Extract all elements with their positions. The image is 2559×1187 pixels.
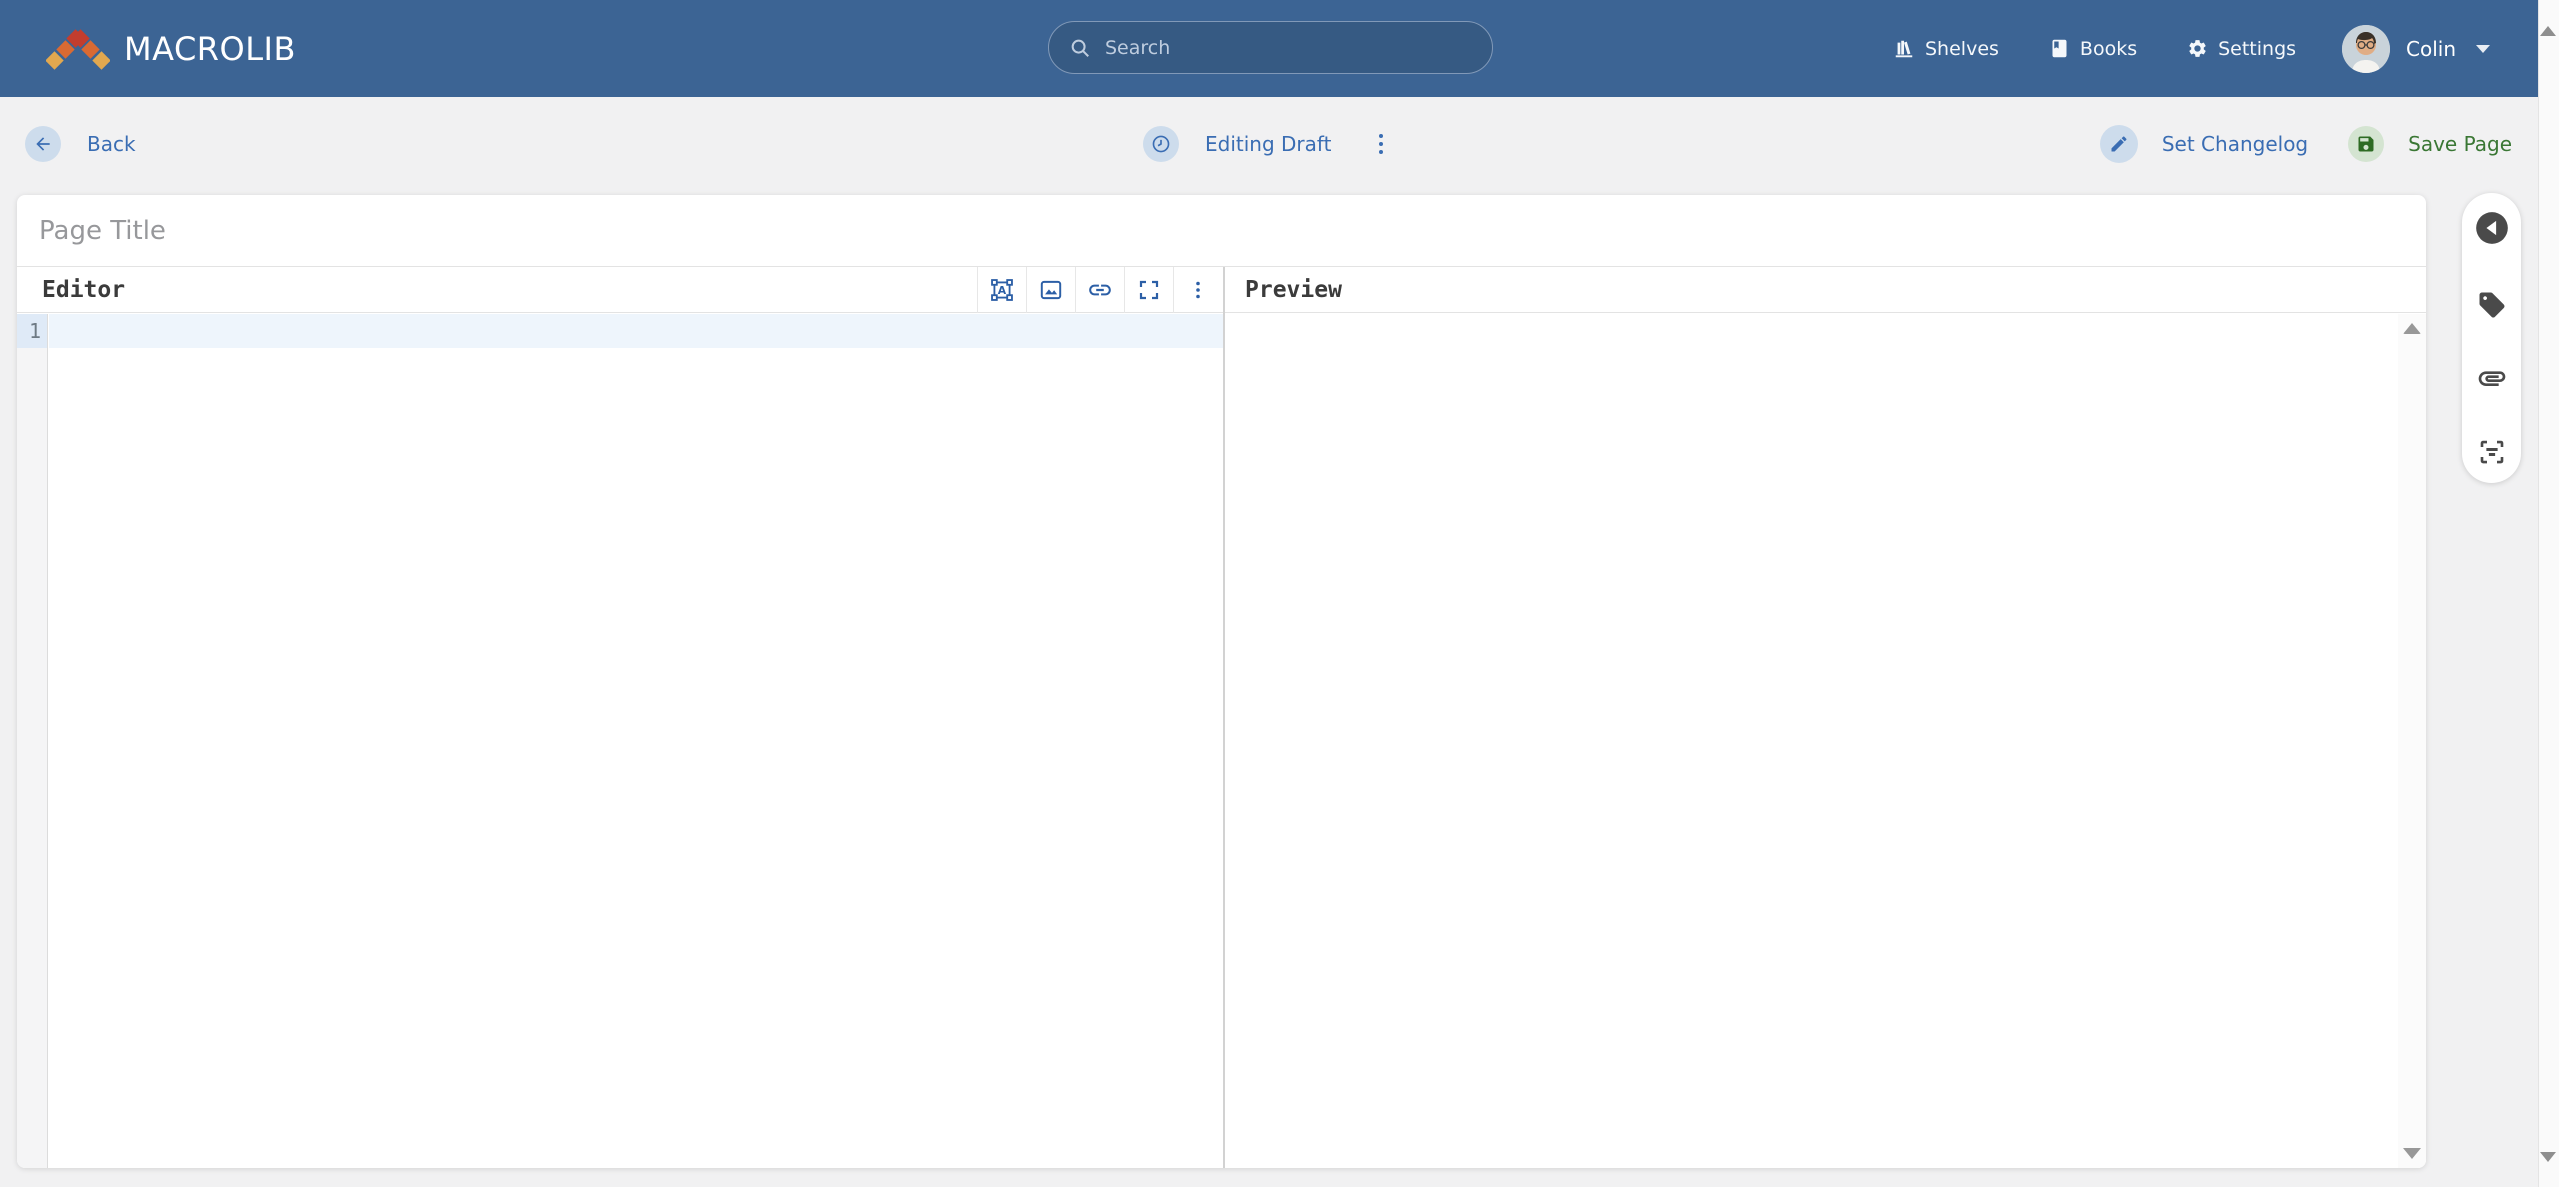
draft-options-kebab-icon[interactable] [1373, 128, 1389, 160]
tags-icon[interactable] [2477, 290, 2507, 320]
chevron-down-icon [2476, 44, 2491, 53]
scrollbar-up-icon[interactable] [2540, 7, 2556, 36]
editor-content-area: 1 [17, 314, 2426, 1168]
preview-pane [1225, 314, 2426, 1168]
nav-item-books[interactable]: Books [2049, 38, 2137, 60]
svg-text:A: A [998, 284, 1007, 297]
navbar-links: Shelves Books Settings Colin [1893, 0, 2491, 97]
page-side-toolbar [2462, 193, 2521, 483]
page-editor-card: Editor A [17, 195, 2426, 1168]
scroll-down-icon[interactable] [2403, 1148, 2421, 1159]
editor-pane-label: Editor [42, 277, 126, 303]
search-input[interactable] [1105, 36, 1472, 59]
nav-item-label: Settings [2218, 37, 2297, 60]
app-logo[interactable]: MACROLIB [46, 26, 296, 72]
draft-status-label: Editing Draft [1205, 131, 1332, 156]
markdown-editor-input[interactable] [49, 314, 1223, 1168]
save-page-button[interactable]: Save Page [2348, 125, 2512, 162]
attachments-icon[interactable] [2476, 362, 2508, 394]
brand-name: MACROLIB [124, 29, 296, 68]
page-action-bar: Back Editing Draft Set Changelog Save Pa… [0, 97, 2538, 190]
logo-diamonds-icon [46, 26, 110, 72]
shelves-icon [1893, 38, 1915, 60]
user-menu[interactable]: Colin [2342, 24, 2491, 73]
drawing-icon[interactable]: A [977, 267, 1026, 313]
nav-item-shelves[interactable]: Shelves [1893, 38, 1999, 60]
preview-scrollbar[interactable] [2398, 314, 2426, 1168]
more-options-icon[interactable] [1173, 267, 1222, 313]
nav-item-label: Shelves [1925, 37, 1999, 60]
pane-divider[interactable] [1223, 267, 1225, 1168]
set-changelog-button[interactable]: Set Changelog [2099, 124, 2309, 163]
clock-icon [1143, 125, 1179, 162]
search-icon [1069, 37, 1091, 59]
back-arrow-icon [25, 125, 61, 162]
back-button[interactable]: Back [25, 97, 136, 190]
top-navbar: MACROLIB Shelves Books [0, 0, 2538, 97]
action-bar-right: Set Changelog Save Page [2099, 97, 2512, 190]
scrollbar-down-icon[interactable] [2540, 1152, 2556, 1181]
user-name: Colin [2406, 36, 2457, 61]
scroll-up-icon[interactable] [2403, 323, 2421, 334]
link-icon[interactable] [1075, 267, 1124, 313]
browser-scrollbar[interactable] [2538, 0, 2559, 1187]
avatar [2342, 24, 2391, 73]
save-icon [2348, 125, 2385, 162]
set-changelog-label: Set Changelog [2161, 131, 2309, 156]
page-title-input[interactable] [17, 215, 2426, 246]
fullscreen-icon[interactable] [1124, 267, 1173, 313]
editor-toolbar: A [977, 267, 1222, 313]
templates-icon[interactable] [2477, 437, 2507, 467]
draft-status[interactable]: Editing Draft [1143, 97, 1389, 190]
image-icon[interactable] [1026, 267, 1075, 313]
book-icon [2049, 38, 2070, 59]
pencil-icon [2099, 124, 2138, 163]
back-label: Back [87, 131, 136, 156]
toggle-panel-icon[interactable] [2473, 209, 2511, 247]
line-number: 1 [17, 314, 47, 348]
page-title-row [17, 195, 2426, 267]
nav-item-label: Books [2079, 37, 2138, 60]
line-number-gutter: 1 [17, 314, 48, 1168]
nav-item-settings[interactable]: Settings [2187, 38, 2296, 60]
preview-pane-label: Preview [1245, 277, 1342, 303]
save-page-label: Save Page [2408, 131, 2512, 156]
search-bar[interactable] [1048, 21, 1493, 74]
gear-icon [2187, 38, 2208, 59]
editor-header: Editor A Preview [17, 267, 2426, 313]
